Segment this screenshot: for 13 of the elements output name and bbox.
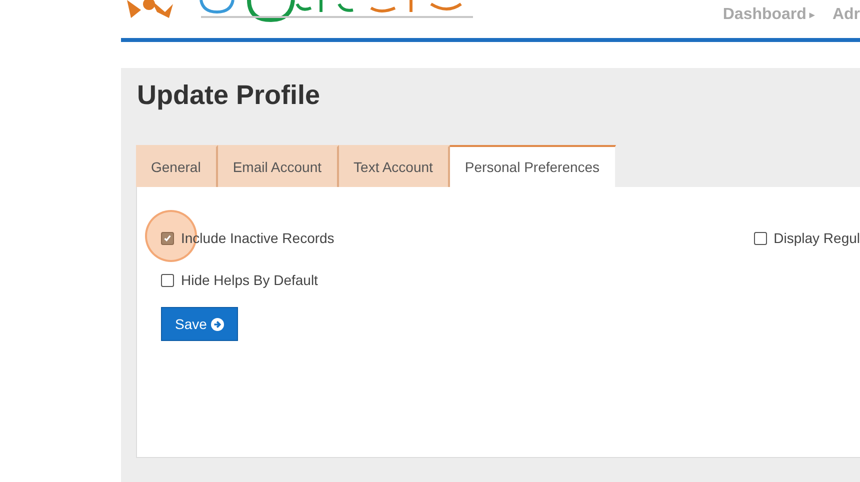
checkbox-label: Hide Helps By Default xyxy=(181,272,318,288)
page-title: Update Profile xyxy=(137,80,322,112)
tab[interactable]: Text Account xyxy=(338,145,450,187)
tab[interactable]: General xyxy=(136,145,218,187)
checkbox[interactable] xyxy=(754,232,767,244)
check-icon xyxy=(163,234,172,242)
save-button[interactable]: Save xyxy=(161,307,238,341)
arrow-circle-icon xyxy=(210,318,224,330)
tab[interactable]: Email Account xyxy=(218,145,339,187)
checkbox-label: Display Regul xyxy=(774,230,860,246)
tab[interactable]: Personal Preferences xyxy=(450,145,616,187)
checkbox[interactable] xyxy=(161,232,174,244)
checkbox[interactable] xyxy=(161,274,174,286)
